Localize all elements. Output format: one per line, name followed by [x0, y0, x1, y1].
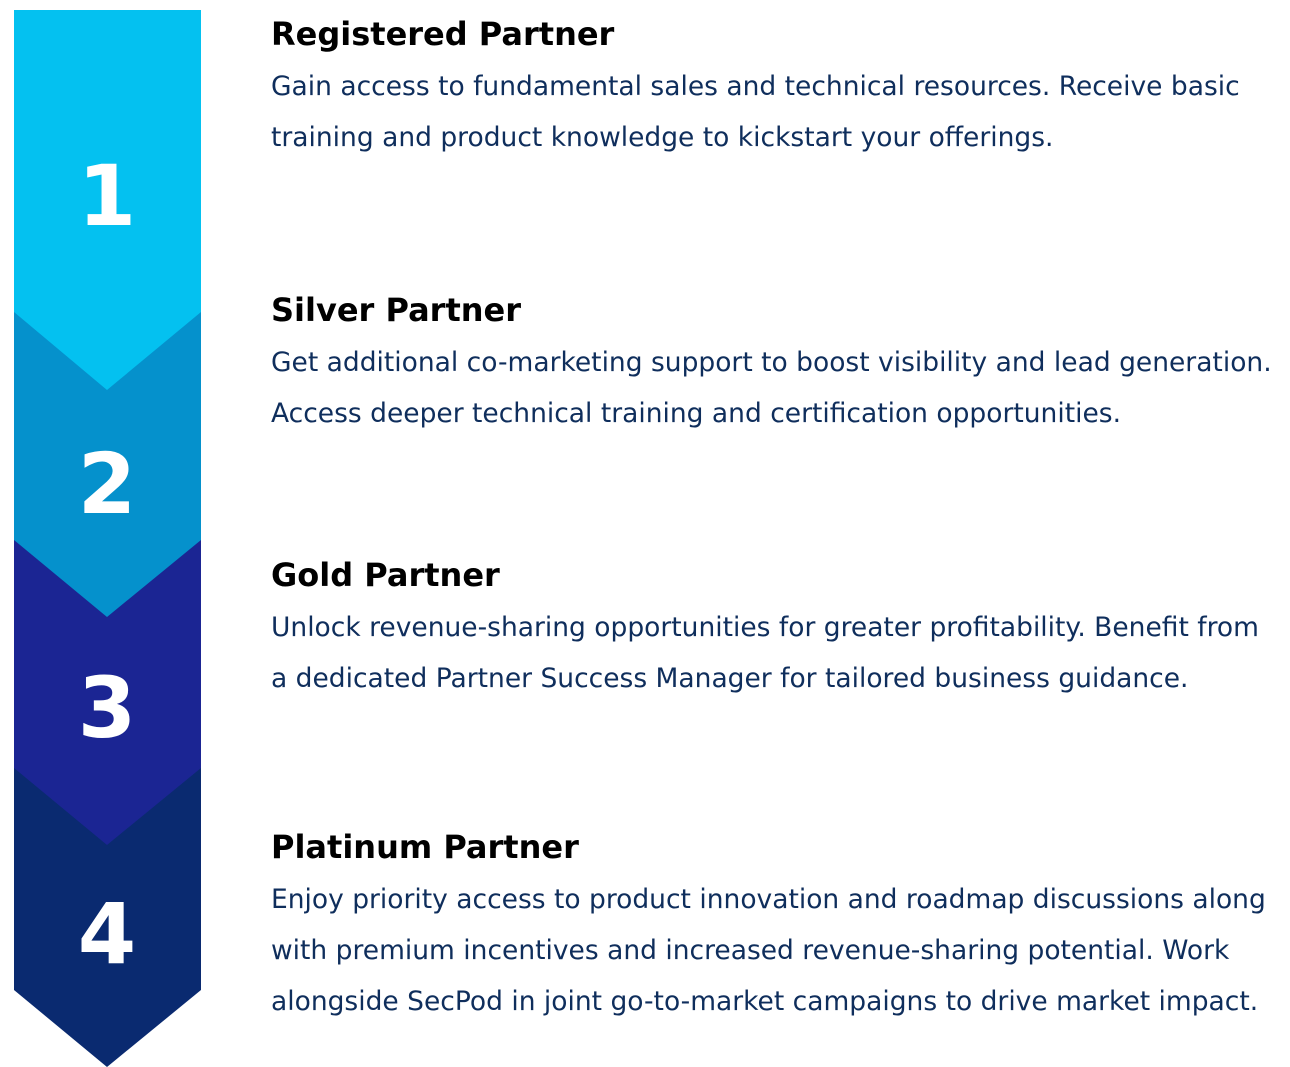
tier-1-number: 1	[78, 147, 136, 245]
tier-2-description: Get additional co-marketing support to b…	[271, 347, 1272, 429]
tier-4-description: Enjoy priority access to product innovat…	[271, 884, 1266, 1017]
tier-4-title: Platinum Partner	[271, 828, 579, 866]
tier-1-title: Registered Partner	[271, 15, 615, 53]
tier-1-description: Gain access to fundamental sales and tec…	[271, 71, 1240, 153]
tier-arrow: 1 2 3 4	[14, 10, 201, 1067]
tier-2-number: 2	[78, 435, 136, 533]
tier-4-number: 4	[78, 885, 136, 983]
tier-2-block: Silver Partner Get additional co-marketi…	[271, 290, 1281, 439]
tier-4-block: Platinum Partner Enjoy priority access t…	[271, 827, 1281, 1027]
tier-3-block: Gold Partner Unlock revenue-sharing oppo…	[271, 555, 1281, 704]
tier-2-title: Silver Partner	[271, 291, 521, 329]
tier-1-block: Registered Partner Gain access to fundam…	[271, 14, 1281, 163]
tier-3-description: Unlock revenue-sharing opportunities for…	[271, 612, 1259, 694]
tier-3-number: 3	[78, 659, 136, 757]
tier-3-title: Gold Partner	[271, 556, 500, 594]
